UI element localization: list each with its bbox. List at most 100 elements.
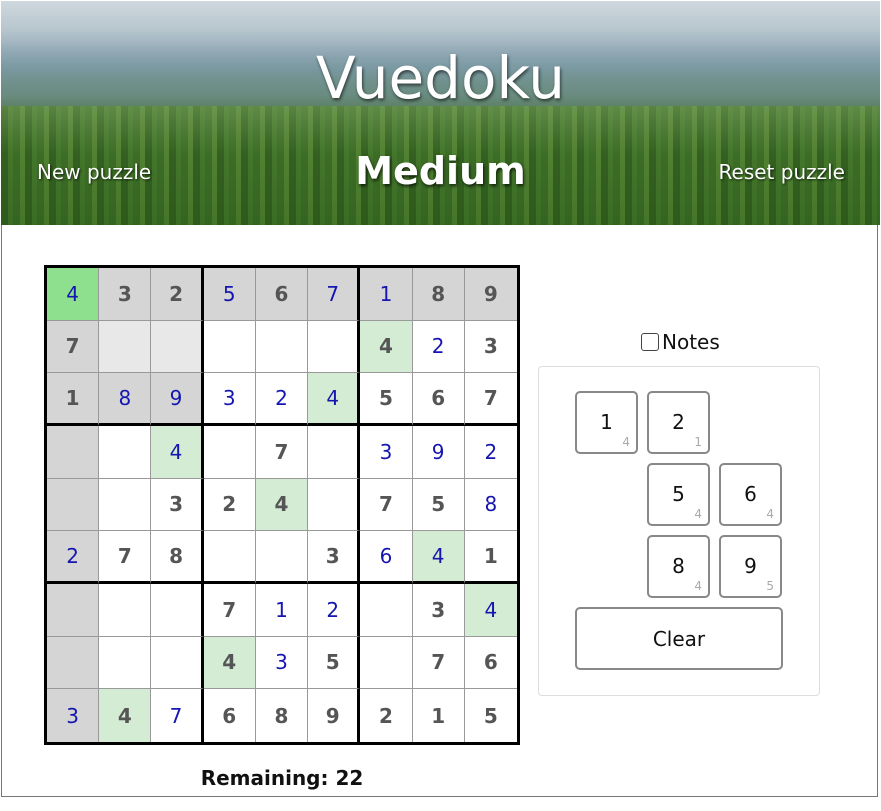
board-cell[interactable]: 1 [464,531,517,584]
board-cell[interactable]: 6 [204,689,256,742]
board-cell[interactable] [99,478,152,532]
notes-toggle[interactable]: Notes [641,330,720,354]
number-key-5[interactable]: 5 4 [647,463,710,526]
board-cell[interactable]: 4 [47,268,100,321]
board-cell[interactable] [47,478,100,532]
key-remaining-count: 4 [766,507,774,521]
key-remaining-count: 4 [694,507,702,521]
board-cell[interactable]: 1 [47,373,100,426]
board-cell[interactable]: 6 [412,373,465,426]
board-cell[interactable]: 9 [151,373,204,426]
number-key-9[interactable]: 9 5 [719,535,782,598]
board-cell[interactable]: 7 [464,373,517,426]
board-cell[interactable]: 3 [151,478,204,532]
board-cell[interactable] [255,320,309,374]
board-cell[interactable]: 2 [308,584,361,637]
reset-puzzle-button[interactable]: Reset puzzle [719,160,845,184]
board-cell[interactable]: 2 [151,268,204,321]
board-cell[interactable]: 7 [360,478,413,532]
board-cell[interactable]: 2 [412,320,465,374]
board-cell[interactable]: 3 [203,373,256,426]
board-cell[interactable]: 7 [47,320,100,374]
board-cell[interactable]: 4 [203,636,256,690]
board-cell[interactable] [360,636,413,690]
board-cell[interactable]: 4 [412,531,465,584]
board-cell[interactable]: 5 [360,373,413,426]
board-cell[interactable] [47,584,100,637]
board-cell[interactable] [255,531,309,584]
board-cell[interactable]: 7 [255,426,309,479]
board-cell[interactable]: 3 [255,636,309,690]
board-cell[interactable]: 5 [412,478,465,532]
board-cell[interactable]: 3 [99,268,152,321]
board-cell[interactable]: 8 [464,479,517,532]
board-cell[interactable]: 3 [412,584,465,637]
board-cell[interactable]: 3 [360,426,413,479]
board-cell[interactable]: 1 [413,689,465,742]
remaining-counter: Remaining: 22 [200,766,364,790]
board-cell[interactable] [99,636,152,690]
board-cell[interactable]: 4 [255,478,309,532]
board-cell[interactable] [151,636,204,690]
board-cell[interactable]: 2 [255,373,309,426]
board-cell[interactable] [308,320,361,374]
number-key-2[interactable]: 2 1 [647,391,710,454]
board-cell[interactable]: 3 [464,321,517,374]
number-key-6[interactable]: 6 4 [719,463,782,526]
board-cell[interactable]: 2 [203,478,256,532]
clear-button[interactable]: Clear [575,607,783,670]
board-cell[interactable]: 2 [464,426,517,479]
board-cell[interactable]: 6 [255,268,309,321]
board-cell[interactable] [360,584,413,637]
board-cell[interactable]: 2 [47,531,100,584]
board-cell[interactable]: 6 [464,637,517,690]
board-cell[interactable] [203,320,256,374]
key-number: 6 [744,482,757,506]
board-cell[interactable]: 7 [203,584,256,637]
key-number: 2 [672,410,685,434]
board-cell[interactable]: 2 [360,689,413,742]
board-cell[interactable] [47,636,100,690]
board-cell[interactable]: 3 [47,689,100,742]
board-cell[interactable] [203,426,256,479]
notes-checkbox[interactable] [641,333,659,351]
board-cell[interactable] [203,531,256,584]
board-cell[interactable] [151,584,204,637]
board-cell[interactable] [151,320,204,374]
board-cell[interactable]: 9 [308,689,361,742]
board-cell[interactable]: 5 [308,636,361,690]
board-cell[interactable]: 4 [464,584,517,637]
board-cell[interactable]: 4 [360,320,413,374]
board-cell[interactable] [99,584,152,637]
board-cell[interactable]: 8 [256,689,309,742]
key-remaining-count: 5 [766,579,774,593]
board-cell[interactable]: 9 [464,268,517,321]
board-cell[interactable] [99,320,152,374]
board-cell[interactable]: 3 [308,531,361,584]
board-cell[interactable] [99,426,152,479]
board-cell[interactable]: 8 [99,373,152,426]
board-cell[interactable] [308,426,361,479]
board-cell[interactable]: 7 [99,531,152,584]
key-remaining-count: 1 [694,435,702,449]
new-puzzle-button[interactable]: New puzzle [37,160,151,184]
board-cell[interactable]: 1 [360,268,413,321]
board-cell[interactable]: 6 [360,531,413,584]
board-cell[interactable]: 1 [255,584,309,637]
board-cell[interactable]: 8 [151,531,204,584]
board-cell[interactable]: 7 [151,689,204,742]
board-cell[interactable] [47,426,100,479]
number-key-1[interactable]: 1 4 [575,391,638,454]
board-cell[interactable]: 8 [412,268,465,321]
board-cell[interactable]: 5 [203,268,256,321]
board-cell[interactable]: 5 [465,689,517,742]
board-cell[interactable] [308,478,361,532]
number-key-8[interactable]: 8 4 [647,535,710,598]
board-cell[interactable]: 4 [151,426,204,479]
board-cell[interactable]: 4 [308,373,361,426]
board-cell[interactable]: 7 [412,636,465,690]
board-cell[interactable]: 4 [99,689,152,742]
key-number: 5 [672,482,685,506]
board-cell[interactable]: 9 [412,426,465,479]
board-cell[interactable]: 7 [308,268,361,321]
